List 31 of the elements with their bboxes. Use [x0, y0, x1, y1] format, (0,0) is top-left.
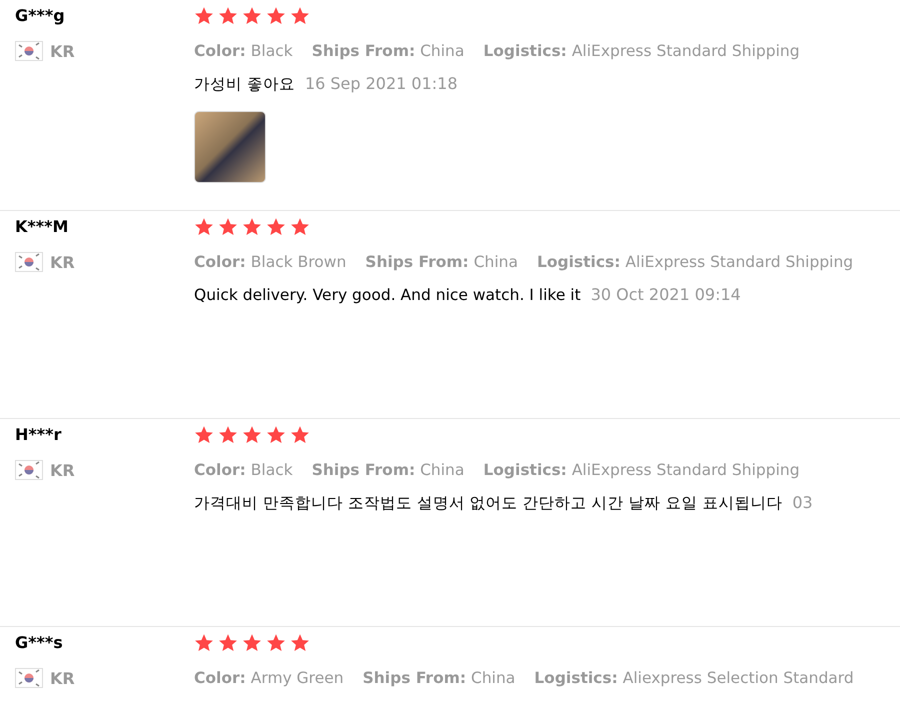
order-attribute: Ships From: China — [312, 41, 464, 62]
order-attribute: Color: Army Green — [194, 668, 344, 689]
order-attribute: Ships From: China — [365, 252, 518, 273]
review-date: 03 — [792, 493, 813, 512]
reviewer-name: K***M — [15, 216, 70, 238]
photo-placeholder[interactable] — [194, 111, 266, 183]
reviewer-name: H***r — [15, 424, 62, 446]
flag-icon — [15, 460, 43, 480]
country-code: KR — [50, 668, 75, 688]
flag-icon — [15, 668, 43, 688]
order-attribute: Ships From: China — [362, 668, 516, 689]
order-attribute: Color: Black — [194, 41, 293, 62]
order-attribute: Logistics: Aliexpress Selection Standard — [534, 668, 854, 689]
country-code: KR — [50, 42, 75, 60]
order-attribute: Ships From: China — [312, 460, 464, 481]
reviewer-name: G***s — [15, 632, 64, 654]
order-attribute: Color: Black — [194, 460, 293, 481]
flag-icon — [15, 252, 43, 272]
review-date: 30 Oct 2021 09:14 — [590, 285, 741, 304]
country-code: KR — [50, 252, 75, 272]
order-attribute: Logistics: AliExpress Standard Shipping — [536, 252, 854, 273]
order-attribute: Color: Black Brown — [194, 252, 346, 273]
review-text: Quick delivery. Very good. And nice watch. I like it — [194, 285, 581, 306]
country-code: KR — [50, 460, 75, 480]
review-text: 가격대비 만족합니다 조작법도 설명서 없어도 간단하고 시간 날짜 요일 표시됩니다 — [194, 493, 782, 514]
flag-icon — [15, 41, 43, 61]
order-attribute: Logistics: AliExpress Standard Shipping — [483, 460, 800, 481]
review-date: 16 Sep 2021 01:18 — [304, 74, 458, 93]
review-text: 가성비 좋아요 — [194, 74, 295, 95]
reviewer-name: G***g — [15, 5, 66, 27]
order-attribute: Logistics: AliExpress Standard Shipping — [483, 41, 800, 62]
